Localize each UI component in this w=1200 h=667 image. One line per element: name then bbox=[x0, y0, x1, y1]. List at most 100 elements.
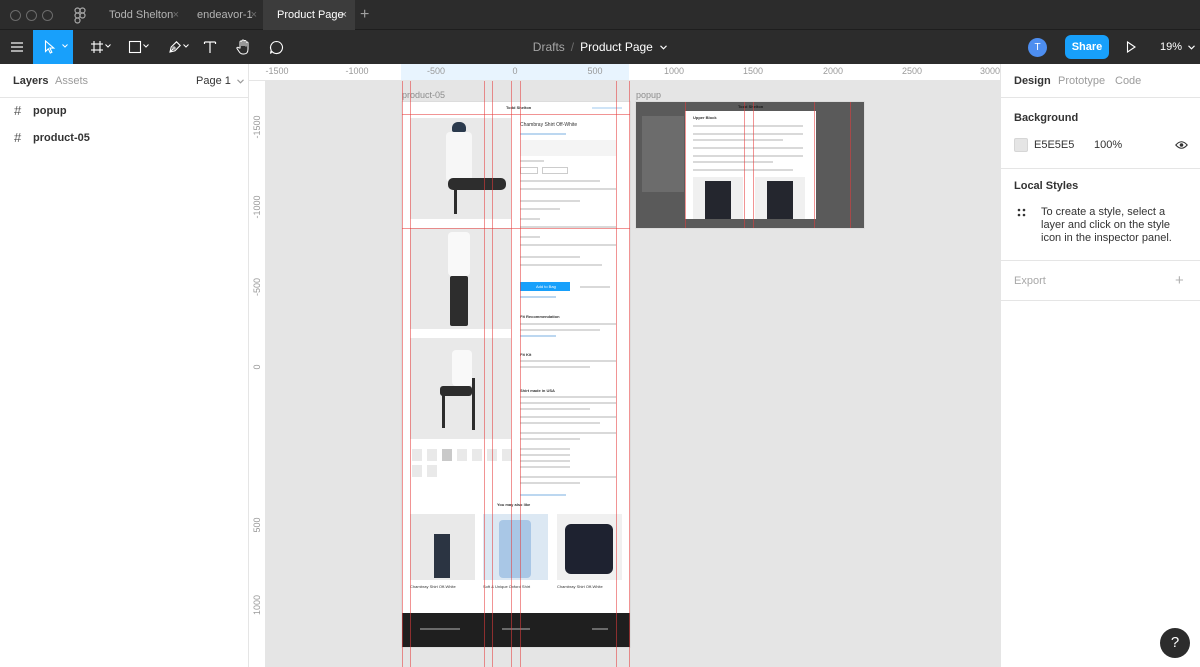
kit-heading: Fit Kit bbox=[520, 352, 532, 357]
popup-photo-1 bbox=[693, 177, 743, 219]
detail-line bbox=[520, 448, 570, 450]
rec-name: Soft & Unique Oxford Shirt bbox=[483, 584, 531, 589]
main-menu-button[interactable] bbox=[5, 30, 29, 64]
styles-grid-icon bbox=[1017, 208, 1026, 217]
export-title: Export bbox=[1014, 275, 1046, 287]
detail-line bbox=[520, 296, 556, 298]
close-icon[interactable]: × bbox=[251, 0, 257, 30]
tab-code[interactable]: Code bbox=[1115, 64, 1141, 98]
tab-prototype[interactable]: Prototype bbox=[1058, 64, 1105, 98]
figma-app: Todd Shelton × endeavor-1 × Product Page… bbox=[0, 0, 1200, 667]
layout-guide bbox=[492, 81, 493, 667]
close-icon[interactable]: × bbox=[341, 0, 347, 30]
layer-name: popup bbox=[33, 105, 67, 117]
tab-layers[interactable]: Layers bbox=[13, 64, 48, 98]
figma-logo-icon[interactable] bbox=[74, 7, 88, 24]
window-close-dot[interactable] bbox=[10, 10, 21, 21]
close-icon[interactable]: × bbox=[173, 0, 179, 30]
ruler-horizontal[interactable]: -1500 -1000 -500 0 500 1000 1500 2000 25… bbox=[249, 64, 1000, 81]
eye-icon[interactable] bbox=[1175, 140, 1188, 150]
title-bar: Todd Shelton × endeavor-1 × Product Page… bbox=[0, 0, 1200, 30]
present-button[interactable] bbox=[1122, 30, 1140, 64]
layout-guide bbox=[402, 228, 630, 229]
ruler-vertical[interactable]: -1500 -1000 -500 0 500 1000 bbox=[249, 81, 266, 667]
breadcrumb-project[interactable]: Drafts bbox=[533, 40, 565, 54]
frame-label-product-05[interactable]: product-05 bbox=[402, 90, 445, 100]
detail-line bbox=[520, 438, 580, 440]
detail-line bbox=[520, 133, 566, 135]
ruler-tick: -500 bbox=[426, 66, 446, 76]
export-add-button[interactable]: + bbox=[1175, 272, 1184, 289]
also-like-heading: You may also like bbox=[497, 502, 531, 507]
chevron-down-icon bbox=[183, 44, 189, 48]
detail-line bbox=[520, 422, 600, 424]
canvas[interactable]: product-05 popup Todd Shelton Chambray S… bbox=[266, 81, 1000, 667]
detail-line bbox=[520, 416, 616, 418]
background-hex-input[interactable]: E5E5E5 bbox=[1034, 139, 1074, 151]
chevron-down-icon bbox=[105, 44, 111, 48]
add-to-bag-button[interactable]: Add to Bag bbox=[520, 282, 570, 291]
layout-guide bbox=[511, 81, 512, 667]
popup-frame[interactable]: Todd Shelton Upper Block bbox=[636, 102, 864, 228]
chevron-down-icon[interactable] bbox=[660, 45, 668, 50]
rec-name: Chambray Shirt Off-White bbox=[557, 584, 603, 589]
frame-label-popup[interactable]: popup bbox=[636, 90, 661, 100]
share-button[interactable]: Share bbox=[1065, 35, 1109, 59]
rec-photo-3[interactable] bbox=[557, 514, 622, 580]
thumbnail[interactable] bbox=[412, 449, 422, 461]
thumbnail[interactable] bbox=[457, 449, 467, 461]
rec-photo-1[interactable] bbox=[410, 514, 475, 580]
background-opacity-input[interactable]: 100% bbox=[1094, 139, 1122, 151]
layer-row-popup[interactable]: # popup bbox=[0, 98, 249, 124]
thumbnail[interactable] bbox=[412, 465, 422, 477]
option-chip[interactable] bbox=[520, 167, 538, 174]
thumbnail[interactable] bbox=[442, 449, 452, 461]
background-section-title: Background bbox=[1014, 112, 1079, 124]
shape-tool-button[interactable] bbox=[120, 30, 150, 64]
avatar[interactable]: T bbox=[1028, 38, 1047, 57]
thumbnail[interactable] bbox=[427, 465, 437, 477]
option-chip[interactable] bbox=[542, 167, 568, 174]
ruler-tick: -1500 bbox=[252, 115, 262, 139]
tab-design[interactable]: Design bbox=[1014, 64, 1051, 98]
cursor-arrow-icon bbox=[44, 40, 56, 54]
file-name[interactable]: Product Page bbox=[580, 40, 653, 54]
help-button[interactable]: ? bbox=[1160, 628, 1190, 658]
tab-assets[interactable]: Assets bbox=[55, 64, 88, 98]
rec-name: Chambray Shirt Off-White bbox=[410, 584, 456, 589]
comment-tool-button[interactable] bbox=[266, 30, 286, 64]
layout-guide bbox=[744, 102, 745, 228]
background-color-swatch[interactable] bbox=[1014, 138, 1028, 152]
detail-line bbox=[520, 494, 566, 496]
layer-name: product-05 bbox=[33, 132, 90, 144]
page-selector[interactable]: Page 1 bbox=[196, 64, 244, 98]
detail-line bbox=[520, 256, 580, 258]
tab-todd-shelton[interactable]: Todd Shelton × bbox=[95, 0, 187, 30]
detail-line bbox=[520, 432, 616, 434]
layer-row-product-05[interactable]: # product-05 bbox=[0, 125, 249, 151]
tab-endeavor-1[interactable]: endeavor-1 × bbox=[183, 0, 265, 30]
detail-line bbox=[520, 482, 580, 484]
ruler-tick: 0 bbox=[512, 66, 518, 76]
window-minimize-dot[interactable] bbox=[26, 10, 37, 21]
ruler-tick: -1000 bbox=[345, 66, 369, 76]
product-05-frame[interactable]: Todd Shelton Chambray Shirt Off-White Ad… bbox=[402, 102, 630, 647]
move-tool-button[interactable] bbox=[33, 30, 73, 64]
text-tool-button[interactable] bbox=[200, 30, 220, 64]
hand-tool-button[interactable] bbox=[233, 30, 253, 64]
window-zoom-dot[interactable] bbox=[42, 10, 53, 21]
play-icon bbox=[1126, 41, 1136, 53]
layout-guide bbox=[629, 81, 630, 667]
layers-panel: Layers Assets Page 1 # popup # product-0… bbox=[0, 64, 249, 667]
frame-brand: Todd Shelton bbox=[506, 105, 532, 110]
pen-tool-button[interactable] bbox=[160, 30, 190, 64]
thumbnail[interactable] bbox=[472, 449, 482, 461]
ruler-tick: 2500 bbox=[901, 66, 923, 76]
new-tab-button[interactable]: + bbox=[360, 0, 369, 30]
thumbnail[interactable] bbox=[427, 449, 437, 461]
detail-line bbox=[520, 208, 560, 210]
frame-tool-button[interactable] bbox=[82, 30, 112, 64]
tab-product-page[interactable]: Product Page × bbox=[263, 0, 355, 30]
zoom-dropdown[interactable]: 19% bbox=[1160, 30, 1195, 64]
popup-modal[interactable]: Upper Block bbox=[685, 111, 816, 219]
